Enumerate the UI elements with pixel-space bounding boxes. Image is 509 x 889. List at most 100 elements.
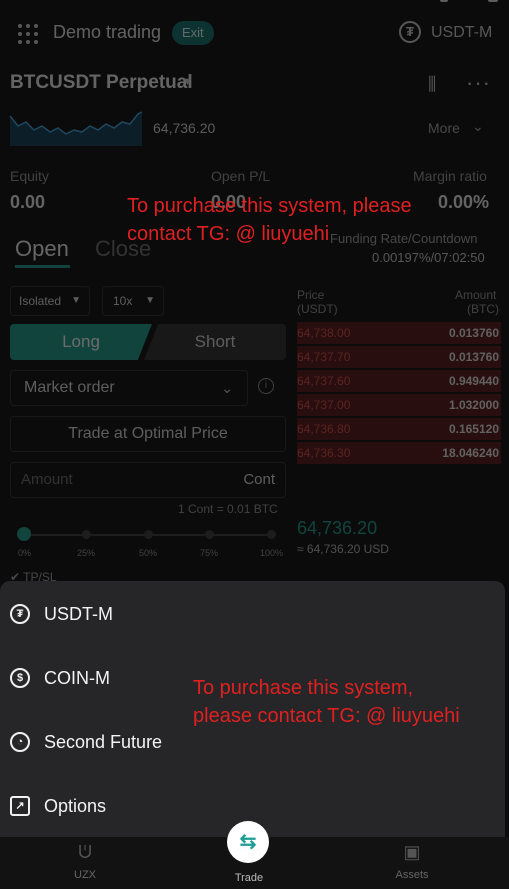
funding-rate-value: 0.00197%/07:02:50 xyxy=(372,250,485,265)
ask-row[interactable]: 64,737.60 0.949440 xyxy=(297,370,501,392)
equity-value: 0.00 xyxy=(10,192,46,212)
watermark-line: please contact TG: @ liuyuehi xyxy=(193,705,460,727)
ask-price: 64,736.30 xyxy=(297,446,351,460)
nav-label[interactable]: Trade xyxy=(219,872,279,884)
watermark-text: To purchase this system, please contact … xyxy=(127,192,412,248)
ask-price: 64,737.70 xyxy=(297,350,351,364)
tab-open[interactable]: Open xyxy=(15,236,69,262)
caret-down-icon: ▼ xyxy=(145,295,155,306)
more-dots-icon[interactable]: ··· xyxy=(466,70,491,96)
margin-mode-select[interactable]: Isolated ▼ xyxy=(10,286,90,316)
margin-mode-value: Isolated xyxy=(19,294,62,308)
status-indicator xyxy=(440,0,448,2)
wallet-bag-icon: ▣ xyxy=(403,842,421,862)
order-type-select[interactable]: Market order ⌄ xyxy=(10,370,248,406)
market-switch-button[interactable]: USDT-M xyxy=(431,24,492,42)
ask-row[interactable]: 64,736.30 18.046240 xyxy=(297,442,501,464)
amount-unit: Cont xyxy=(243,471,275,488)
caret-down-icon: ▼ xyxy=(182,76,193,88)
options-box-icon: ↗ xyxy=(10,796,30,816)
amount-placeholder: Amount xyxy=(21,471,73,488)
dollar-coin-icon: $ xyxy=(10,668,30,688)
sheet-item-usdtm[interactable]: ₮ USDT-M xyxy=(10,594,113,634)
margin-ratio-value: 0.00% xyxy=(438,192,490,212)
nav-label: Assets xyxy=(395,869,429,881)
ask-row[interactable]: 64,737.70 0.013760 xyxy=(297,346,501,368)
slider-stop[interactable] xyxy=(82,530,91,539)
nav-label: UZX xyxy=(74,869,96,881)
slider-stop[interactable] xyxy=(144,530,153,539)
ask-amount: 0.013760 xyxy=(448,326,499,340)
caret-down-icon: ▼ xyxy=(71,295,81,306)
watermark-line: To purchase this system, xyxy=(193,677,414,699)
leverage-select[interactable]: 10x ▼ xyxy=(102,286,164,316)
mark-price: 64,736.20 xyxy=(297,518,378,538)
ask-row[interactable]: 64,736.80 0.165120 xyxy=(297,418,501,440)
ask-price: 64,737.00 xyxy=(297,398,351,412)
tab-active-indicator xyxy=(15,265,70,268)
sheet-item-label: Options xyxy=(44,795,107,816)
nav-item-assets[interactable]: ▣ Assets xyxy=(372,842,452,881)
ask-price: 64,736.80 xyxy=(297,422,351,436)
slider-tick: 25% xyxy=(77,548,96,558)
price-header: Price xyxy=(297,288,325,302)
ask-price: 64,737.60 xyxy=(297,374,351,388)
trade-nav-button[interactable]: ⇆ xyxy=(227,821,269,863)
mark-price-usd: ≈ 64,736.20 USD xyxy=(297,542,389,556)
ask-row[interactable]: 64,738.00 0.013760 xyxy=(297,322,501,344)
slider-tick: 75% xyxy=(200,548,219,558)
sheet-item-coinm[interactable]: $ COIN-M xyxy=(10,658,110,698)
ask-amount: 1.032000 xyxy=(448,398,499,412)
symbol-selector[interactable]: BTCUSDT Perpetual xyxy=(10,72,193,94)
more-link[interactable]: More xyxy=(428,120,460,136)
watermark-line: contact TG: @ liuyuehi xyxy=(127,223,330,245)
contract-size-note: 1 Cont = 0.01 BTC xyxy=(178,502,278,516)
ask-price: 64,738.00 xyxy=(297,326,351,340)
nav-item-uzx[interactable]: ᕫ UZX xyxy=(45,842,125,881)
short-button[interactable]: Short xyxy=(144,324,286,360)
candlestick-icon[interactable]: ⫼ xyxy=(428,74,436,95)
exit-demo-button[interactable]: Exit xyxy=(172,21,214,45)
long-button[interactable]: Long xyxy=(10,324,152,360)
margin-ratio-label: Margin ratio xyxy=(413,168,487,184)
watermark-line: To purchase this system, please xyxy=(127,195,412,217)
ask-row[interactable]: 64,737.00 1.032000 xyxy=(297,394,501,416)
watermark-text: To purchase this system, please contact … xyxy=(193,674,460,730)
slider-tick: 50% xyxy=(139,548,158,558)
equity-label: Equity xyxy=(10,168,49,184)
slider-tick: 100% xyxy=(260,548,284,558)
openpl-label: Open P/L xyxy=(211,168,271,184)
slider-knob[interactable] xyxy=(17,527,31,541)
trade-swap-icon: ⇆ xyxy=(239,831,257,853)
last-price: 64,736.20 xyxy=(153,120,216,136)
uzx-logo-icon: ᕫ xyxy=(78,842,92,862)
price-sparkline xyxy=(9,111,143,146)
ask-amount: 0.165120 xyxy=(448,422,499,436)
amount-input[interactable]: Amount Cont xyxy=(10,462,286,498)
optimal-price-button[interactable]: Trade at Optimal Price xyxy=(10,416,286,452)
tether-icon: ₮ xyxy=(10,604,30,624)
sheet-item-label: COIN-M xyxy=(44,667,110,688)
price-unit: (USDT) xyxy=(297,302,338,316)
sheet-item-label: Second Future xyxy=(44,731,163,752)
sheet-item-options[interactable]: ↗ Options xyxy=(10,786,106,826)
order-type-value: Market order xyxy=(24,379,115,396)
ask-amount: 0.949440 xyxy=(448,374,499,388)
amount-unit-header: (BTC) xyxy=(467,302,499,316)
slider-tick: 0% xyxy=(18,548,32,558)
leverage-value: 10x xyxy=(113,294,133,308)
stopwatch-icon: ◔ xyxy=(10,732,30,752)
chevron-down-icon[interactable]: ⌄ xyxy=(472,118,484,135)
sheet-item-label: USDT-M xyxy=(44,603,113,624)
ask-amount: 0.013760 xyxy=(448,350,499,364)
sheet-item-second-future[interactable]: ◔ Second Future xyxy=(10,722,162,762)
slider-stop[interactable] xyxy=(267,530,276,539)
slider-stop[interactable] xyxy=(205,530,214,539)
info-icon[interactable]: i xyxy=(258,378,274,394)
amount-header: Amount xyxy=(455,288,497,302)
page-title: Demo trading xyxy=(53,22,162,42)
chevron-down-icon: ⌄ xyxy=(221,380,233,396)
ask-amount: 18.046240 xyxy=(442,446,499,460)
battery-indicator xyxy=(488,0,498,2)
apps-grid-icon[interactable] xyxy=(18,24,38,44)
